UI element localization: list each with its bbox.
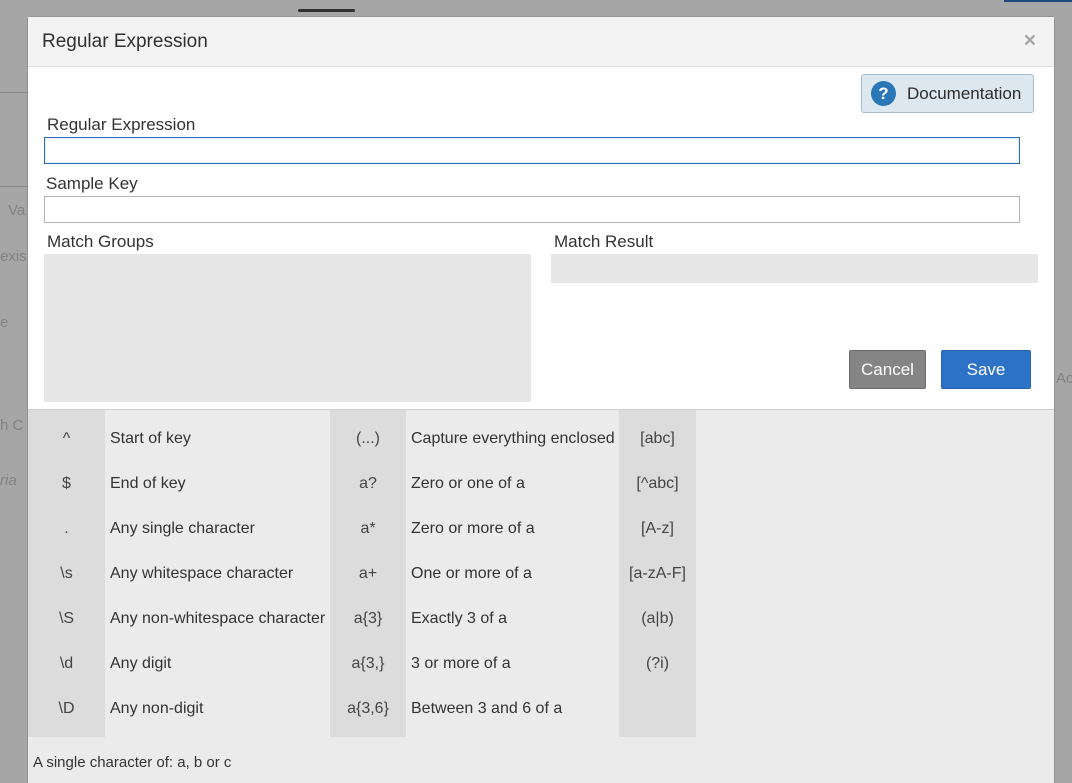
reference-hint-text: A single character of: a, b or c xyxy=(33,754,232,771)
documentation-button[interactable]: ? Documentation xyxy=(861,74,1034,113)
sample-key-input[interactable] xyxy=(44,196,1020,223)
reference-token[interactable]: [A-z] xyxy=(619,506,696,551)
reference-description: Zero or one of a xyxy=(411,474,525,492)
reference-column-descriptions: Start of key End of key Any single chara… xyxy=(105,410,330,737)
reference-description: Any non-digit xyxy=(110,699,204,717)
reference-column-quantifier-descriptions: Capture everything enclosed Zero or one … xyxy=(406,410,619,737)
sample-key-label: Sample Key xyxy=(46,174,138,193)
regex-input[interactable] xyxy=(44,137,1020,164)
reference-token[interactable]: a* xyxy=(330,506,406,551)
reference-description: Any digit xyxy=(110,654,172,672)
reference-token[interactable]: \s xyxy=(28,551,105,596)
reference-token[interactable] xyxy=(619,686,696,731)
reference-token[interactable]: (?i) xyxy=(619,641,696,686)
regex-dialog: Regular Expression × ? Documentation Reg… xyxy=(28,17,1054,783)
regex-field-label: Regular Expression xyxy=(47,115,196,134)
dialog-title: Regular Expression xyxy=(42,31,208,52)
reference-token[interactable]: ^ xyxy=(28,416,105,461)
reference-token[interactable]: [^abc] xyxy=(619,461,696,506)
reference-token[interactable]: a{3,6} xyxy=(330,686,406,731)
reference-description: Start of key xyxy=(110,429,191,447)
match-groups-label: Match Groups xyxy=(47,232,154,251)
reference-token[interactable]: (a|b) xyxy=(619,596,696,641)
documentation-button-label: Documentation xyxy=(907,83,1022,103)
reference-token[interactable]: a{3,} xyxy=(330,641,406,686)
reference-token[interactable]: [a-zA-F] xyxy=(619,551,696,596)
reference-column-symbols: ^ $ . \s \S \d \D xyxy=(28,410,105,737)
reference-description: End of key xyxy=(110,474,186,492)
cancel-button[interactable]: Cancel xyxy=(849,350,926,389)
reference-column-character-classes: [abc] [^abc] [A-z] [a-zA-F] (a|b) (?i) xyxy=(619,410,696,737)
reference-description: One or more of a xyxy=(411,564,532,582)
reference-token[interactable]: a{3} xyxy=(330,596,406,641)
reference-token[interactable]: . xyxy=(28,506,105,551)
reference-description: Any whitespace character xyxy=(110,564,294,582)
save-button[interactable]: Save xyxy=(941,350,1031,389)
reference-token[interactable]: \D xyxy=(28,686,105,731)
reference-token[interactable]: a? xyxy=(330,461,406,506)
match-groups-panel xyxy=(44,254,531,402)
dialog-header: Regular Expression × xyxy=(28,17,1054,67)
reference-token[interactable]: \d xyxy=(28,641,105,686)
reference-column-quantifiers: (...) a? a* a+ a{3} a{3,} a{3,6} xyxy=(330,410,406,737)
reference-token[interactable]: (...) xyxy=(330,416,406,461)
reference-token[interactable]: $ xyxy=(28,461,105,506)
regex-reference-panel: ^ $ . \s \S \d \D Start of key End of ke… xyxy=(28,409,1054,783)
reference-token[interactable]: a+ xyxy=(330,551,406,596)
close-icon[interactable]: × xyxy=(1024,29,1036,53)
reference-description: 3 or more of a xyxy=(411,654,511,672)
match-result-label: Match Result xyxy=(554,232,654,251)
reference-description: Capture everything enclosed xyxy=(411,429,615,447)
reference-description: Zero or more of a xyxy=(411,519,535,537)
help-icon: ? xyxy=(871,81,896,106)
reference-description: Between 3 and 6 of a xyxy=(411,699,563,717)
reference-token[interactable]: [abc] xyxy=(619,416,696,461)
reference-description: Any single character xyxy=(110,519,255,537)
reference-token[interactable]: \S xyxy=(28,596,105,641)
match-result-panel xyxy=(551,254,1038,283)
reference-description: Exactly 3 of a xyxy=(411,609,508,627)
reference-description: Any non-whitespace character xyxy=(110,609,326,627)
